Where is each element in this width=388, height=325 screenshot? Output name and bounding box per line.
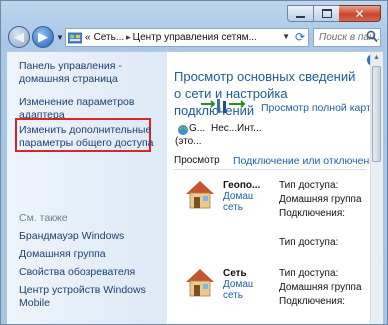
network-type-link[interactable]: Домаш сеть: [223, 279, 253, 301]
main-panel: ? Просмотр основных сведений о сети и на…: [167, 52, 383, 324]
history-dropdown-icon[interactable]: ▼: [56, 33, 64, 42]
network-type-line[interactable]: сеть: [223, 290, 253, 301]
scrollbar-thumb[interactable]: [372, 66, 381, 162]
search-icon[interactable]: [366, 30, 378, 43]
access-type-label: Тип доступа:: [279, 180, 339, 191]
breadcrumb-network[interactable]: Сеть...: [94, 32, 125, 43]
address-bar[interactable]: « Сеть... ▸ Центр управления сетям... ▼ …: [65, 28, 309, 47]
network-type-line[interactable]: Домаш: [223, 191, 253, 202]
back-button[interactable]: ◀: [8, 26, 30, 48]
caption-buttons: ✕: [287, 5, 381, 22]
close-button[interactable]: ✕: [339, 5, 381, 22]
network-type-link[interactable]: Домаш сеть: [223, 191, 253, 213]
refresh-icon[interactable]: ⟳: [295, 30, 305, 44]
see-also-heading: См. также: [19, 212, 68, 224]
home-network-icon: [186, 269, 214, 297]
view-active-label: Просмотр: [174, 155, 220, 166]
address-dropdown-icon[interactable]: ▼: [282, 32, 290, 41]
sidebar-link-control-panel-home[interactable]: Панель управления - домашняя страница: [19, 60, 159, 86]
network-name: Геопо...: [223, 180, 261, 191]
control-panel-icon: [68, 32, 82, 43]
forward-arrow-icon: ▶: [38, 29, 48, 44]
sidebar-link-homegroup[interactable]: Домашняя группа: [19, 248, 159, 261]
full-map-link[interactable]: Просмотр полной карты: [261, 102, 378, 114]
connections-label: Подключения:: [279, 208, 346, 219]
sidebar-link-internet-options[interactable]: Свойства обозревателя: [19, 266, 159, 279]
map-node-computer-suffix: (это...: [175, 136, 202, 147]
homegroup-label: Домашняя группа: [279, 194, 362, 205]
maximize-icon: [321, 9, 332, 18]
homegroup-label: Домашняя группа: [279, 282, 362, 293]
access-type-label: Тип доступа:: [279, 268, 339, 279]
forward-button[interactable]: ▶: [32, 26, 54, 48]
network-type-line[interactable]: Домаш: [223, 279, 253, 290]
home-network-icon: [186, 181, 214, 209]
minimize-button[interactable]: [287, 5, 313, 22]
breadcrumb-prefix[interactable]: «: [85, 32, 91, 43]
sidebar-link-mobile-device-center[interactable]: Центр устройств Windows Mobile: [19, 284, 159, 310]
navigation-bar: ◀ ▶ ▼ « Сеть... ▸ Центр управления сетям…: [7, 26, 381, 50]
breadcrumb-network-center[interactable]: Центр управления сетям...: [133, 32, 257, 43]
network-map-row: G... (это... Нес... Инт...: [171, 120, 291, 150]
map-node-computer: G...: [189, 123, 206, 134]
search-input[interactable]: Поиск в пан...: [313, 28, 381, 47]
map-node-internet: Инт...: [237, 123, 262, 134]
breadcrumb-separator-icon[interactable]: ▸: [126, 32, 131, 43]
back-arrow-icon: ◀: [14, 29, 24, 44]
network-type-line[interactable]: сеть: [223, 202, 253, 213]
vertical-scrollbar[interactable]: ▲: [370, 52, 383, 324]
close-icon: ✕: [354, 6, 365, 21]
maximize-button[interactable]: [313, 5, 339, 22]
sidebar: Панель управления - домашняя страница Из…: [7, 52, 167, 324]
scroll-up-icon[interactable]: ▲: [373, 54, 380, 61]
map-node-unknown-network: Нес...: [211, 123, 238, 134]
connect-disconnect-link[interactable]: Подключение или отключение: [233, 155, 381, 167]
content-area: Панель управления - домашняя страница Из…: [7, 51, 383, 324]
sidebar-link-firewall[interactable]: Брандмауэр Windows: [19, 230, 159, 243]
explorer-window: ✕ ◀ ▶ ▼ « Сеть... ▸ Центр управления сет…: [0, 0, 388, 325]
connections-label: Подключения:: [279, 296, 346, 307]
minimize-icon: [296, 15, 305, 18]
divider: [174, 169, 366, 170]
network-name: Сеть: [223, 268, 247, 279]
network-entry: Сеть Домаш сеть Тип доступа: Домашняя гр…: [183, 266, 373, 324]
sidebar-link-advanced-sharing[interactable]: Изменить дополнительные параметры общего…: [19, 124, 159, 150]
network-map-icon: [201, 99, 246, 113]
access-type-label: Тип доступа:: [279, 237, 339, 248]
